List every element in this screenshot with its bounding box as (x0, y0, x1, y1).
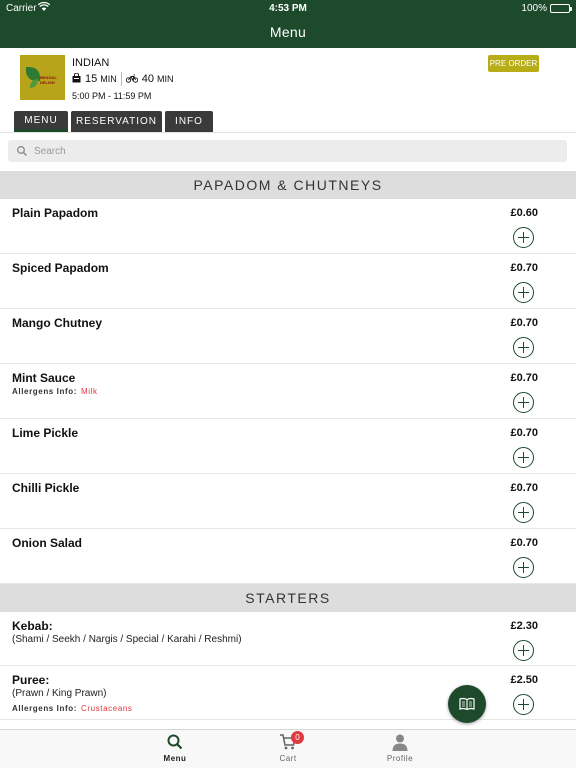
add-item-icon[interactable] (513, 694, 534, 715)
item-price: £2.50 (510, 674, 538, 686)
item-description: (Prawn / King Prawn) (12, 688, 107, 699)
menu-item[interactable]: Chilli Pickle £0.70 (0, 474, 576, 529)
menu-item[interactable]: Plain Papadom £0.60 (0, 199, 576, 254)
tab-info[interactable]: INFO (165, 111, 213, 132)
menu-item[interactable]: Kebab: (Shami / Seekh / Nargis / Special… (0, 612, 576, 666)
item-price: £0.70 (510, 482, 538, 494)
menu-item[interactable]: Lime Pickle £0.70 (0, 419, 576, 474)
allergens-label: Allergens Info: (12, 704, 78, 713)
item-name: Onion Salad (12, 536, 83, 550)
item-price: £0.60 (510, 207, 538, 219)
add-item-icon[interactable] (513, 392, 534, 413)
add-item-icon[interactable] (513, 337, 534, 358)
cart-badge: 0 (291, 731, 304, 744)
add-item-icon[interactable] (513, 282, 534, 303)
battery-percent: 100% (521, 3, 547, 14)
item-price: £0.70 (510, 427, 538, 439)
nav-menu[interactable]: Menu (135, 733, 215, 763)
menu-item[interactable]: Mango Chutney £0.70 (0, 309, 576, 364)
item-name: Puree: (12, 673, 50, 687)
status-time: 4:53 PM (269, 3, 307, 14)
item-name: Spiced Papadom (12, 261, 109, 275)
status-bar: Carrier 4:53 PM 100% (0, 0, 576, 18)
logo-text: BENGAL DELISH (40, 75, 57, 85)
nav-profile-label: Profile (386, 754, 414, 763)
restaurant-logo: BENGAL DELISH (20, 55, 65, 100)
delivery-time: 40 (141, 73, 154, 85)
menu-item[interactable]: Puree: (Prawn / King Prawn) Allergens In… (0, 666, 576, 720)
item-name: Kebab: (12, 619, 53, 633)
add-item-icon[interactable] (513, 447, 534, 468)
add-item-icon[interactable] (513, 502, 534, 523)
pre-order-button[interactable]: PRE ORDER (488, 55, 539, 72)
battery-indicator: 100% (521, 3, 572, 14)
book-icon (459, 697, 475, 711)
item-price: £0.70 (510, 372, 538, 384)
menu-item[interactable]: Spiced Papadom £0.70 (0, 254, 576, 309)
collection-bag-icon (72, 72, 81, 85)
allergen-tag: Crustaceans (81, 704, 133, 713)
search-icon (17, 146, 28, 157)
item-price: £2.30 (510, 620, 538, 632)
allergens-label: Allergens Info: (12, 387, 78, 396)
restaurant-info: BENGAL DELISH INDIAN 15 MIN 40 MIN 5:00 … (0, 48, 576, 110)
menu-book-button[interactable] (448, 685, 486, 723)
item-name: Mango Chutney (12, 316, 102, 330)
add-item-icon[interactable] (513, 640, 534, 661)
nav-profile[interactable]: Profile (360, 733, 440, 763)
item-name: Chilli Pickle (12, 481, 80, 495)
battery-icon (550, 4, 572, 13)
cuisine-label: INDIAN (72, 57, 110, 69)
bottom-nav: Menu 0 Cart Profile (0, 729, 576, 768)
menu-tabs: MENU RESERVATION INFO (14, 111, 213, 132)
item-name: Lime Pickle (12, 426, 79, 440)
allergens-info: Allergens Info: Milk (12, 387, 98, 396)
time-estimates: 15 MIN 40 MIN (72, 72, 174, 86)
collection-time: 15 (85, 73, 98, 85)
allergen-tag: Milk (81, 387, 98, 396)
section-header-starters: STARTERS (0, 584, 576, 612)
item-name: Mint Sauce (12, 371, 76, 385)
add-item-icon[interactable] (513, 557, 534, 578)
bicycle-icon (125, 74, 138, 85)
nav-cart[interactable]: 0 Cart (248, 731, 328, 763)
nav-cart-label: Cart (279, 754, 297, 763)
search-bar[interactable] (8, 140, 567, 162)
item-price: £0.70 (510, 537, 538, 549)
tab-reservation[interactable]: RESERVATION (71, 111, 162, 132)
collection-unit: MIN (100, 74, 117, 84)
nav-menu-label: Menu (163, 754, 187, 763)
profile-icon (392, 734, 408, 751)
allergens-info: Allergens Info: Crustaceans (12, 704, 133, 713)
opening-hours: 5:00 PM - 11:59 PM (72, 91, 152, 101)
menu-item[interactable]: Onion Salad £0.70 (0, 529, 576, 584)
add-item-icon[interactable] (513, 227, 534, 248)
item-price: £0.70 (510, 317, 538, 329)
section-header-papadom: PAPADOM & CHUTNEYS (0, 171, 576, 199)
item-price: £0.70 (510, 262, 538, 274)
menu-item[interactable]: Mint Sauce Allergens Info: Milk £0.70 (0, 364, 576, 419)
item-description: (Shami / Seekh / Nargis / Special / Kara… (12, 634, 242, 645)
tab-menu[interactable]: MENU (14, 111, 68, 132)
search-input[interactable] (34, 145, 567, 157)
search-icon (167, 734, 183, 750)
delivery-unit: MIN (157, 74, 174, 84)
item-name: Plain Papadom (12, 206, 99, 220)
menu-item-partial[interactable] (0, 720, 576, 729)
page-title: Menu (269, 24, 307, 40)
menu-list[interactable]: PAPADOM & CHUTNEYS Plain Papadom £0.60 S… (0, 171, 576, 729)
nav-header: Carrier 4:53 PM 100% Menu (0, 0, 576, 48)
